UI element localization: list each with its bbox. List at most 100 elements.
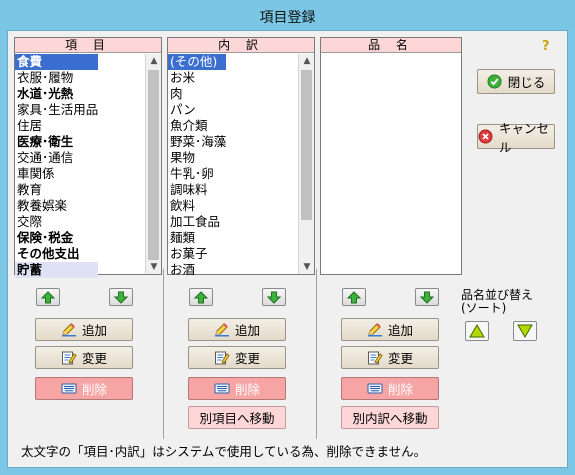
delete-label: 削除: [234, 382, 260, 397]
product-list-header: 品 名: [321, 38, 461, 53]
scroll-thumb[interactable]: [301, 70, 312, 220]
sort-descending-button[interactable]: [513, 321, 537, 341]
cancel-label: キャンセル: [499, 120, 550, 155]
cancel-button[interactable]: キャンセル: [477, 121, 555, 155]
breakdown-move-up-button[interactable]: [189, 288, 213, 306]
breakdown-move-down-button[interactable]: [262, 288, 286, 306]
list-item[interactable]: (その他): [168, 54, 227, 70]
item-list-scrollbar[interactable]: ▲ ▼: [145, 54, 161, 274]
sort-down-triangle-icon: [517, 324, 533, 338]
product-list[interactable]: 品 名: [320, 37, 462, 275]
window-title: 項目登録: [259, 10, 316, 26]
product-move-down-button[interactable]: [415, 288, 439, 306]
list-item[interactable]: 飲料: [168, 198, 226, 214]
list-item[interactable]: お菓子: [168, 246, 226, 262]
product-add-button[interactable]: 追加: [341, 318, 439, 341]
scroll-down-arrow-icon[interactable]: ▼: [146, 260, 162, 274]
list-item[interactable]: パン: [168, 102, 226, 118]
product-delete-button[interactable]: 削除: [341, 377, 439, 400]
move-to-item-label: 別項目へ移動: [199, 411, 275, 426]
sort-up-triangle-icon: [469, 324, 485, 338]
dialog-body: 項 目 食費 衣服･履物 水道･光熱 家具･生活用品 住居 医療･衛生 交通･通信 車関係 教育…: [7, 30, 568, 468]
pencil-icon: [214, 322, 230, 337]
scroll-up-arrow-icon[interactable]: ▲: [146, 54, 162, 68]
pencil-icon: [367, 322, 383, 337]
list-item[interactable]: 食費: [15, 54, 99, 70]
green-down-arrow-icon: [266, 290, 282, 305]
column-separator: [163, 269, 164, 439]
breakdown-add-button[interactable]: 追加: [188, 318, 286, 341]
edit-icon: [214, 350, 230, 365]
list-item[interactable]: 貯蓄: [15, 262, 99, 278]
close-label: 閉じる: [507, 75, 546, 90]
list-item[interactable]: 麺類: [168, 230, 226, 246]
column-separator: [316, 269, 317, 439]
help-icon[interactable]: ?: [542, 39, 550, 54]
green-up-arrow-icon: [346, 290, 362, 305]
list-item[interactable]: 保険･税金: [15, 230, 98, 246]
green-down-arrow-icon: [113, 290, 129, 305]
keyboard-icon: [61, 381, 77, 396]
item-add-button[interactable]: 追加: [35, 318, 133, 341]
sort-ascending-button[interactable]: [465, 321, 489, 341]
list-item[interactable]: 野菜･海藻: [168, 134, 226, 150]
list-item[interactable]: 教養娯楽: [15, 198, 98, 214]
list-item[interactable]: 肉: [168, 86, 226, 102]
list-item[interactable]: 水道･光熱: [15, 86, 98, 102]
green-up-arrow-icon: [193, 290, 209, 305]
check-icon: [487, 74, 503, 89]
item-move-down-button[interactable]: [109, 288, 133, 306]
product-move-up-button[interactable]: [342, 288, 366, 306]
delete-label: 削除: [81, 382, 107, 397]
product-change-button[interactable]: 変更: [341, 346, 439, 369]
footer-note: 太文字の「項目･内訳」はシステムで使用している為、削除できません。: [21, 444, 427, 459]
breakdown-list-header: 内 訳: [168, 38, 314, 53]
add-label: 追加: [387, 323, 413, 338]
list-item[interactable]: 果物: [168, 150, 226, 166]
list-item[interactable]: 調味料: [168, 182, 226, 198]
close-button[interactable]: 閉じる: [477, 69, 555, 94]
list-item[interactable]: その他支出: [15, 246, 98, 262]
change-label: 変更: [234, 351, 260, 366]
scroll-up-arrow-icon[interactable]: ▲: [299, 54, 315, 68]
list-item[interactable]: 教育: [15, 182, 98, 198]
change-label: 変更: [81, 351, 107, 366]
edit-icon: [61, 350, 77, 365]
item-delete-button[interactable]: 削除: [35, 377, 133, 400]
breakdown-delete-button[interactable]: 削除: [188, 377, 286, 400]
list-item[interactable]: 車関係: [15, 166, 98, 182]
list-item[interactable]: お米: [168, 70, 226, 86]
list-item[interactable]: 家具･生活用品: [15, 102, 98, 118]
breakdown-change-button[interactable]: 変更: [188, 346, 286, 369]
cancel-icon: [478, 129, 494, 144]
item-list-header: 項 目: [15, 38, 161, 53]
edit-icon: [367, 350, 383, 365]
scroll-down-arrow-icon[interactable]: ▼: [299, 260, 315, 274]
list-item[interactable]: 衣服･履物: [15, 70, 98, 86]
breakdown-list[interactable]: 内 訳 (その他) お米肉パン 魚介類 野菜･海藻 果物 牛乳･卵 調味料 飲料 加工食品 麺類お…: [167, 37, 315, 278]
sort-label: 品名並び替え (ソート): [461, 288, 534, 315]
item-list-rows: 食費 衣服･履物 水道･光熱 家具･生活用品 住居 医療･衛生 交通･通信 車関係 教育 教養娯楽…: [15, 54, 99, 278]
item-change-button[interactable]: 変更: [35, 346, 133, 369]
list-item[interactable]: 交際: [15, 214, 98, 230]
item-list[interactable]: 項 目 食費 衣服･履物 水道･光熱 家具･生活用品 住居 医療･衛生 交通･通信 車関係 教育…: [14, 37, 162, 278]
breakdown-list-rows: (その他) お米肉パン 魚介類 野菜･海藻 果物 牛乳･卵 調味料 飲料 加工食品 麺類 お菓子 お酒: [168, 54, 227, 278]
move-to-other-breakdown-button[interactable]: 別内訳へ移動: [341, 406, 439, 429]
title-bar[interactable]: 項目登録: [0, 0, 575, 30]
breakdown-list-scrollbar[interactable]: ▲ ▼: [298, 54, 314, 274]
list-item[interactable]: 住居: [15, 118, 98, 134]
scroll-thumb[interactable]: [148, 70, 159, 260]
delete-label: 削除: [387, 382, 413, 397]
move-to-breakdown-label: 別内訳へ移動: [352, 411, 428, 426]
list-item[interactable]: 医療･衛生: [15, 134, 98, 150]
move-to-other-item-button[interactable]: 別項目へ移動: [188, 406, 286, 429]
list-item[interactable]: お酒: [168, 262, 226, 278]
list-item[interactable]: 交通･通信: [15, 150, 98, 166]
item-move-up-button[interactable]: [36, 288, 60, 306]
list-item[interactable]: 魚介類: [168, 118, 226, 134]
list-item[interactable]: 加工食品: [168, 214, 226, 230]
add-label: 追加: [81, 323, 107, 338]
green-down-arrow-icon: [419, 290, 435, 305]
list-item[interactable]: 牛乳･卵: [168, 166, 226, 182]
add-label: 追加: [234, 323, 260, 338]
